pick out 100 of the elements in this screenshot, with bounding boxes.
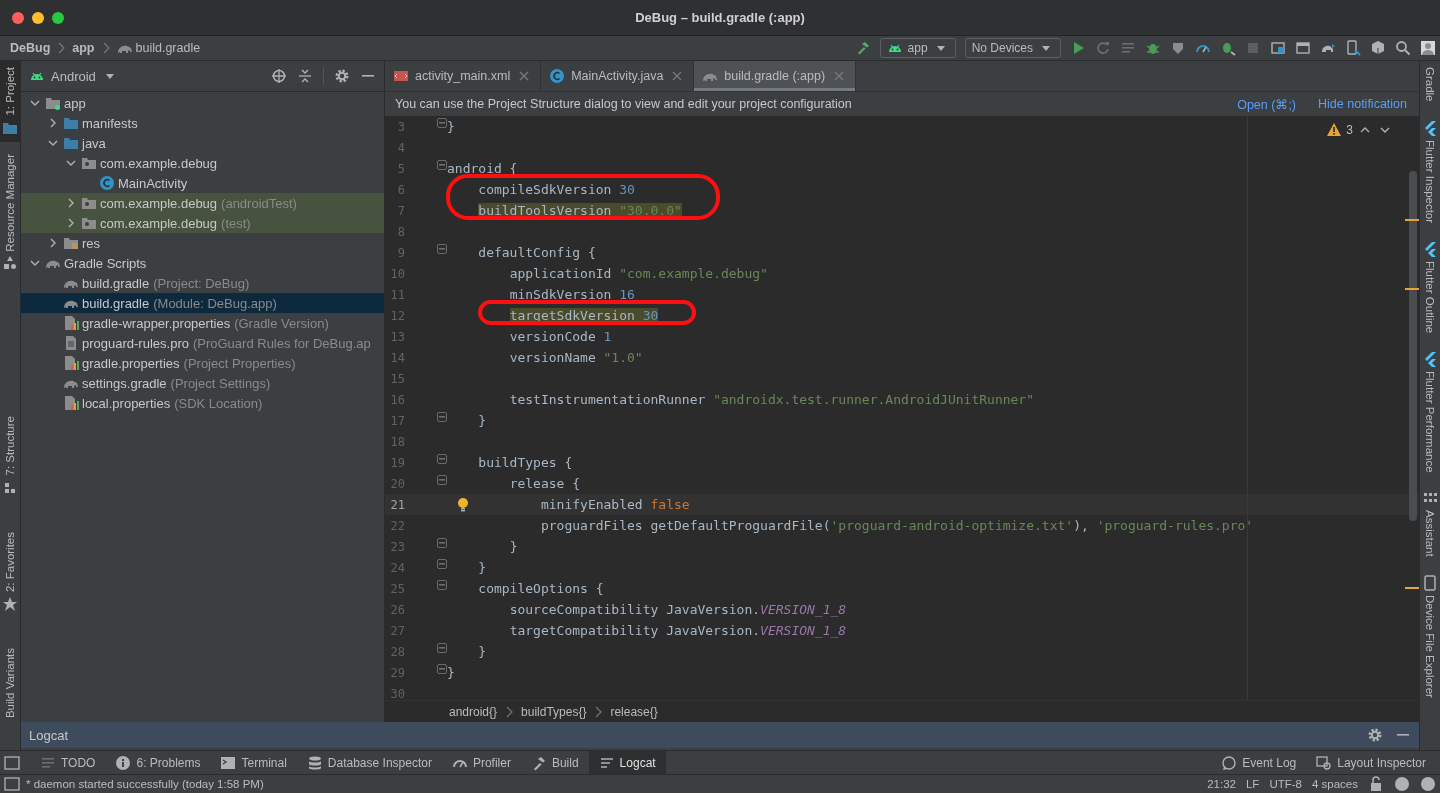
tool-window-tab[interactable]: Resource Manager bbox=[0, 147, 20, 278]
code-line: } bbox=[447, 665, 455, 680]
minimize-button[interactable] bbox=[32, 12, 44, 24]
line-number: 5 bbox=[396, 161, 405, 176]
tool-window-tab[interactable]: Flutter Outline bbox=[1420, 240, 1440, 333]
tool-window-button[interactable]: Profiler bbox=[441, 751, 521, 774]
shield-icon[interactable] bbox=[1170, 40, 1186, 56]
breadcrumb[interactable]: buildTypes{} bbox=[521, 704, 587, 719]
line-number: 18 bbox=[389, 434, 405, 449]
tree-item[interactable]: app bbox=[21, 93, 384, 113]
tree-item[interactable]: MainActivity bbox=[21, 173, 384, 193]
bug-icon[interactable] bbox=[1220, 40, 1236, 56]
cube-icon[interactable] bbox=[1370, 40, 1386, 56]
breadcrumb[interactable]: release{} bbox=[610, 704, 658, 719]
avatar-icon[interactable] bbox=[1420, 40, 1436, 56]
status-item[interactable]: LF bbox=[1245, 778, 1260, 790]
line-number: 24 bbox=[389, 560, 405, 575]
settings-icon[interactable] bbox=[1367, 727, 1383, 743]
tree-item[interactable]: build.gradle (Project: DeBug) bbox=[21, 273, 384, 293]
status-message: * daemon started successfully (today 1:58 PM) bbox=[26, 778, 264, 790]
tool-window-button[interactable]: Layout Inspector bbox=[1306, 751, 1436, 774]
tool-window-tab[interactable]: Flutter Inspector bbox=[1420, 119, 1440, 223]
line-number: 11 bbox=[389, 287, 405, 302]
tool-window-tab[interactable]: 2: Favorites bbox=[0, 525, 20, 618]
breadcrumb[interactable]: build.gradle bbox=[135, 41, 201, 55]
fold-marker-icon[interactable] bbox=[437, 412, 447, 422]
project-view-dropdown[interactable]: Android bbox=[29, 68, 118, 84]
fold-marker-icon[interactable] bbox=[437, 643, 447, 653]
tree-item[interactable]: proguard-rules.pro (ProGuard Rules for DeBug.ap bbox=[21, 333, 384, 353]
project-structure-icon[interactable] bbox=[1270, 40, 1286, 56]
tool-window-tab[interactable]: 1: Project bbox=[0, 61, 20, 142]
fold-marker-icon[interactable] bbox=[437, 475, 447, 485]
tool-window-button[interactable]: Event Log bbox=[1211, 751, 1307, 774]
editor-tab[interactable]: activity_main.xml bbox=[385, 61, 542, 91]
tool-window-tab[interactable]: 7: Structure bbox=[0, 410, 20, 502]
tree-item[interactable]: build.gradle (Module: DeBug.app) bbox=[21, 293, 384, 313]
tool-window-tab[interactable]: Device File Explorer bbox=[1420, 575, 1440, 699]
scrollbar-thumb[interactable] bbox=[1409, 171, 1417, 521]
breadcrumb[interactable]: DeBug bbox=[10, 41, 51, 55]
window-icon[interactable] bbox=[4, 754, 20, 771]
tree-item[interactable]: gradle-wrapper.properties (Gradle Version) bbox=[21, 313, 384, 333]
window-icon[interactable] bbox=[4, 776, 20, 792]
fold-marker-icon[interactable] bbox=[437, 580, 447, 590]
phone-icon[interactable] bbox=[1345, 40, 1361, 56]
warning-icon[interactable] bbox=[1326, 122, 1343, 138]
line-number: 30 bbox=[389, 686, 405, 700]
lightbulb-icon[interactable] bbox=[455, 497, 471, 513]
tool-window-button[interactable]: Database Inspector bbox=[296, 751, 442, 774]
tool-window-tab[interactable]: Build Variants bbox=[0, 641, 20, 724]
close-button[interactable] bbox=[12, 12, 24, 24]
tool-window-tab[interactable]: Gradle bbox=[1420, 67, 1440, 102]
status-item[interactable]: 4 spaces bbox=[1311, 778, 1358, 790]
warning-count[interactable]: 3 bbox=[1346, 123, 1353, 137]
tree-item[interactable]: local.properties (SDK Location) bbox=[21, 393, 384, 413]
zoom-button[interactable] bbox=[52, 12, 64, 24]
fold-marker-icon[interactable] bbox=[437, 538, 447, 548]
collapse-icon[interactable] bbox=[297, 68, 313, 84]
tree-item[interactable]: com.example.debug (androidTest) bbox=[21, 193, 384, 213]
tool-window-button[interactable]: 6: Problems bbox=[105, 751, 211, 774]
tree-item[interactable]: Gradle Scripts bbox=[21, 253, 384, 273]
editor-tab[interactable]: build.gradle (:app) bbox=[694, 61, 857, 91]
code-line: } bbox=[509, 539, 518, 554]
rerun-icon[interactable] bbox=[1095, 40, 1111, 56]
circle-icon[interactable] bbox=[1420, 776, 1436, 792]
run-config-dropdown[interactable]: app bbox=[879, 38, 956, 58]
tree-item[interactable]: manifests bbox=[21, 113, 384, 133]
tree-item[interactable]: res bbox=[21, 233, 384, 253]
tool-window-button[interactable]: Terminal bbox=[210, 751, 297, 774]
tree-item[interactable]: java bbox=[21, 133, 384, 153]
tool-window-tab[interactable]: Flutter Performance bbox=[1420, 350, 1440, 473]
fold-marker-icon[interactable] bbox=[437, 454, 447, 464]
fold-marker-icon[interactable] bbox=[437, 244, 447, 254]
fold-marker-icon[interactable] bbox=[437, 559, 447, 569]
status-item[interactable]: UTF-8 bbox=[1269, 778, 1302, 790]
line-number: 20 bbox=[389, 476, 405, 491]
tool-window-button[interactable]: Logcat bbox=[588, 751, 666, 774]
lock-icon[interactable] bbox=[1368, 776, 1384, 792]
status-item[interactable]: 21:32 bbox=[1207, 778, 1236, 790]
breadcrumb[interactable]: android{} bbox=[449, 704, 498, 719]
circle-icon[interactable] bbox=[1394, 776, 1410, 792]
fold-marker-icon[interactable] bbox=[437, 664, 447, 674]
tree-item[interactable]: com.example.debug bbox=[21, 153, 384, 173]
device-dropdown[interactable]: No Devices bbox=[964, 38, 1061, 58]
tool-window-button[interactable]: Build bbox=[520, 751, 589, 774]
line-number: 23 bbox=[389, 539, 405, 554]
search-icon[interactable] bbox=[1395, 40, 1411, 56]
tool-window-button[interactable]: TODO bbox=[30, 751, 106, 774]
settings-icon[interactable] bbox=[334, 68, 350, 84]
notification-link[interactable]: Hide notification bbox=[1318, 96, 1407, 112]
tree-item[interactable]: settings.gradle (Project Settings) bbox=[21, 373, 384, 393]
fold-marker-icon[interactable] bbox=[437, 160, 447, 170]
window-icon[interactable] bbox=[1295, 40, 1311, 56]
tree-item[interactable]: com.example.debug (test) bbox=[21, 213, 384, 233]
list-icon[interactable] bbox=[1120, 40, 1136, 56]
crosshair-icon[interactable] bbox=[271, 68, 287, 84]
tool-window-tab[interactable]: Assistant bbox=[1420, 490, 1440, 558]
notification-link[interactable]: Open (⌘;) bbox=[1237, 96, 1297, 112]
tree-item[interactable]: gradle.properties (Project Properties) bbox=[21, 353, 384, 373]
fold-marker-icon[interactable] bbox=[437, 118, 447, 128]
breadcrumb[interactable]: app bbox=[72, 41, 95, 55]
